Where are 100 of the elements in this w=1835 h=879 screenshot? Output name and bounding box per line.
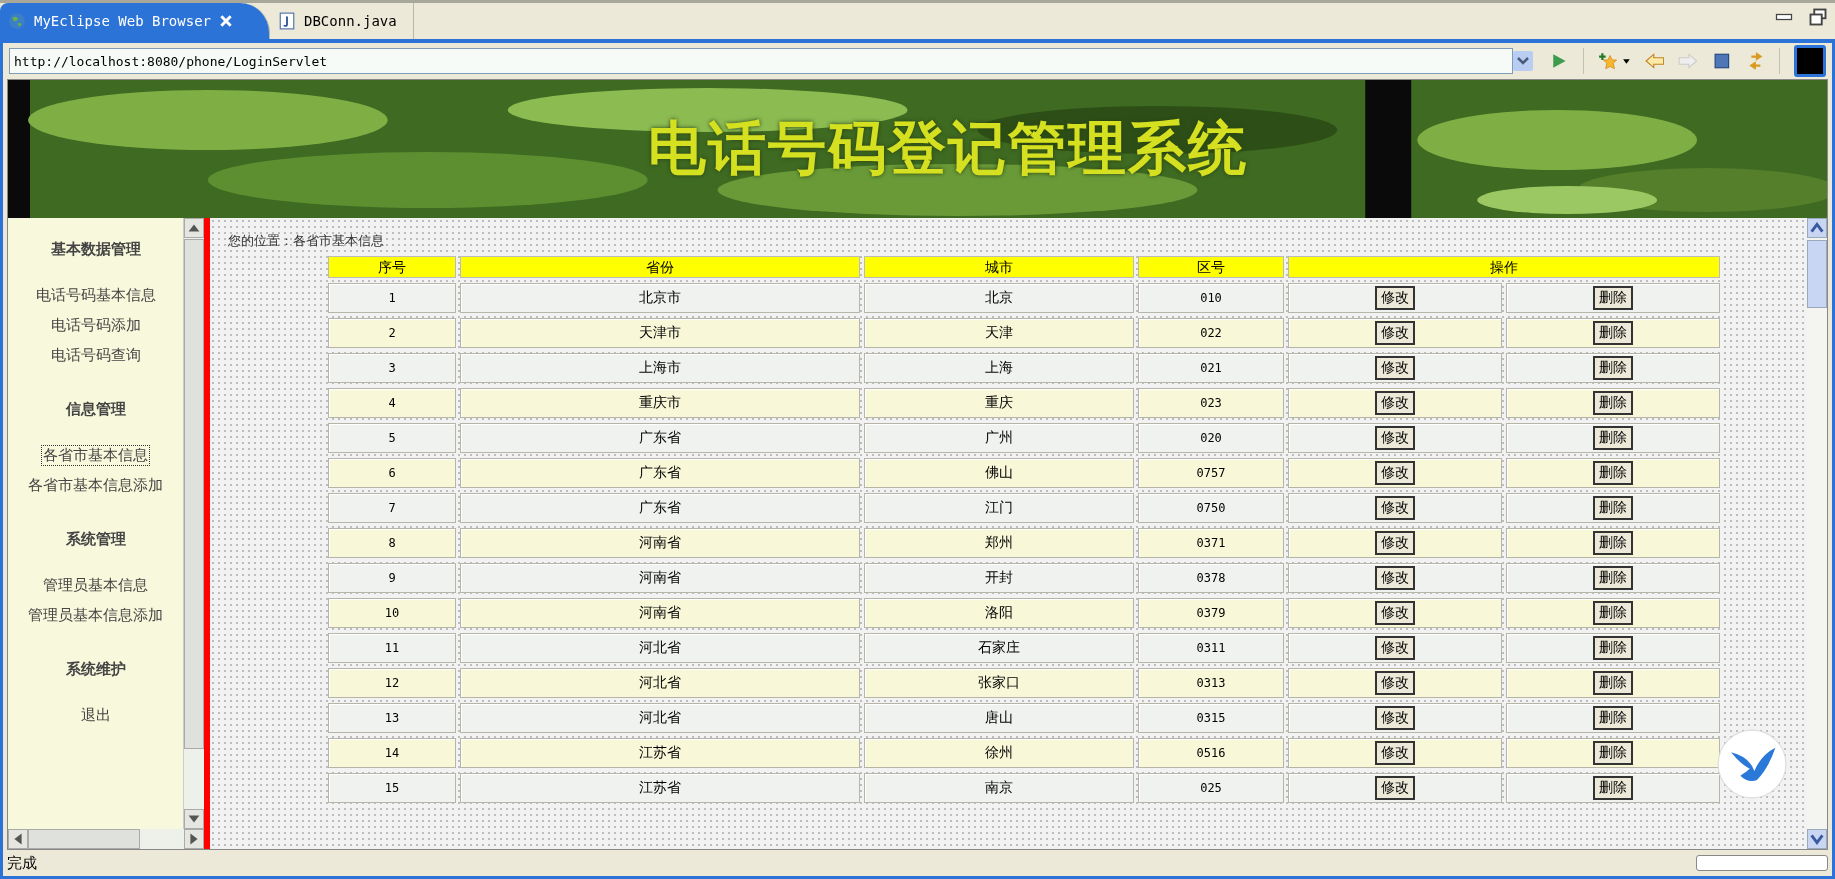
table-cell: 5 <box>328 423 456 453</box>
scroll-thumb[interactable] <box>184 239 204 749</box>
scroll-down-icon[interactable] <box>1807 829 1827 849</box>
table-cell: 15 <box>328 773 456 803</box>
scroll-right-icon[interactable] <box>184 829 204 849</box>
sidebar-heading: 信息管理 <box>65 400 126 419</box>
table-cell: 佛山 <box>864 458 1134 488</box>
table-cell: 3 <box>328 353 456 383</box>
edit-button[interactable]: 修改 <box>1375 566 1415 590</box>
delete-button[interactable]: 删除 <box>1593 531 1633 555</box>
table-cell: 南京 <box>864 773 1134 803</box>
delete-button[interactable]: 删除 <box>1593 496 1633 520</box>
table-cell: 010 <box>1138 283 1284 313</box>
stop-icon[interactable] <box>1711 52 1732 70</box>
delete-button[interactable]: 删除 <box>1593 776 1633 800</box>
table-cell: 025 <box>1138 773 1284 803</box>
edit-button[interactable]: 修改 <box>1375 461 1415 485</box>
edit-button[interactable]: 修改 <box>1375 601 1415 625</box>
scroll-thumb[interactable] <box>1807 240 1827 308</box>
table-cell: 0371 <box>1138 528 1284 558</box>
editor-tab[interactable]: MyEclipse Web Browser <box>0 3 270 39</box>
restore-icon[interactable] <box>1807 7 1829 27</box>
sidebar-link[interactable]: 管理员基本信息 <box>41 575 150 596</box>
edit-button[interactable]: 修改 <box>1375 671 1415 695</box>
table-cell: 0313 <box>1138 668 1284 698</box>
sidebar-link[interactable]: 管理员基本信息添加 <box>26 605 165 626</box>
vertical-scrollbar[interactable] <box>1807 218 1827 849</box>
table-cell: 北京市 <box>460 283 860 313</box>
sidebar-link[interactable]: 电话号码查询 <box>48 345 143 366</box>
column-header: 省份 <box>460 256 860 278</box>
table-cell: 江门 <box>864 493 1134 523</box>
edit-button[interactable]: 修改 <box>1375 286 1415 310</box>
delete-button[interactable]: 删除 <box>1593 321 1633 345</box>
delete-button[interactable]: 删除 <box>1593 461 1633 485</box>
sidebar-link[interactable]: 各省市基本信息 <box>41 445 150 466</box>
table-cell: 0311 <box>1138 633 1284 663</box>
table-cell: 上海 <box>864 353 1134 383</box>
back-arrow-icon[interactable] <box>1644 52 1665 70</box>
delete-button[interactable]: 删除 <box>1593 671 1633 695</box>
vertical-scrollbar[interactable] <box>183 218 204 829</box>
edit-button[interactable]: 修改 <box>1375 391 1415 415</box>
column-header: 操作 <box>1288 256 1720 278</box>
table-cell: 11 <box>328 633 456 663</box>
delete-button[interactable]: 删除 <box>1593 286 1633 310</box>
address-field[interactable]: http://localhost:8080/phone/LoginServlet <box>9 48 1514 74</box>
edit-button[interactable]: 修改 <box>1375 776 1415 800</box>
edit-button[interactable]: 修改 <box>1375 356 1415 380</box>
bird-icon[interactable] <box>1717 729 1787 799</box>
sidebar-link[interactable]: 电话号码添加 <box>48 315 143 336</box>
caret-icon[interactable] <box>1621 56 1631 66</box>
table-cell: 6 <box>328 458 456 488</box>
star-plus-icon[interactable] <box>1597 52 1618 70</box>
scroll-down-icon[interactable] <box>184 809 204 829</box>
horizontal-scrollbar[interactable] <box>8 829 204 849</box>
sidebar-link[interactable]: 退出 <box>78 705 113 726</box>
table-cell: 021 <box>1138 353 1284 383</box>
edit-button[interactable]: 修改 <box>1375 496 1415 520</box>
edit-button[interactable]: 修改 <box>1375 706 1415 730</box>
delete-button[interactable]: 删除 <box>1593 741 1633 765</box>
delete-button[interactable]: 删除 <box>1593 426 1633 450</box>
table-cell: 14 <box>328 738 456 768</box>
scroll-thumb[interactable] <box>28 829 140 849</box>
close-icon[interactable] <box>219 14 233 28</box>
delete-button[interactable]: 删除 <box>1593 636 1633 660</box>
table-cell: 广州 <box>864 423 1134 453</box>
table-cell: 12 <box>328 668 456 698</box>
delete-button[interactable]: 删除 <box>1593 356 1633 380</box>
table-cell: 天津市 <box>460 318 860 348</box>
delete-button[interactable]: 删除 <box>1593 706 1633 730</box>
editor-tab[interactable]: DBConn.java <box>270 3 414 39</box>
table-cell: 河北省 <box>460 633 860 663</box>
table-cell: 洛阳 <box>864 598 1134 628</box>
table-cell: 河北省 <box>460 703 860 733</box>
scroll-left-icon[interactable] <box>8 829 28 849</box>
table-cell: 1 <box>328 283 456 313</box>
dropdown-icon[interactable] <box>1513 50 1534 72</box>
table-cell: 郑州 <box>864 528 1134 558</box>
table-cell: 河南省 <box>460 528 860 558</box>
edit-button[interactable]: 修改 <box>1375 321 1415 345</box>
sidebar-link[interactable]: 各省市基本信息添加 <box>26 475 165 496</box>
edit-button[interactable]: 修改 <box>1375 636 1415 660</box>
table-cell: 重庆市 <box>460 388 860 418</box>
sidebar-link[interactable]: 电话号码基本信息 <box>33 285 158 306</box>
delete-button[interactable]: 删除 <box>1593 391 1633 415</box>
table-cell: 河北省 <box>460 668 860 698</box>
delete-button[interactable]: 删除 <box>1593 601 1633 625</box>
table-cell: 023 <box>1138 388 1284 418</box>
table-cell: 江苏省 <box>460 738 860 768</box>
edit-button[interactable]: 修改 <box>1375 741 1415 765</box>
scroll-up-icon[interactable] <box>184 218 204 238</box>
table-cell: 0379 <box>1138 598 1284 628</box>
table-cell: 7 <box>328 493 456 523</box>
scroll-up-icon[interactable] <box>1807 218 1827 238</box>
view-button[interactable] <box>1794 45 1826 77</box>
edit-button[interactable]: 修改 <box>1375 426 1415 450</box>
table-cell: 020 <box>1138 423 1284 453</box>
edit-button[interactable]: 修改 <box>1375 531 1415 555</box>
delete-button[interactable]: 删除 <box>1593 566 1633 590</box>
breadcrumb: 您的位置：各省市基本信息 <box>228 232 385 250</box>
table-cell: 022 <box>1138 318 1284 348</box>
